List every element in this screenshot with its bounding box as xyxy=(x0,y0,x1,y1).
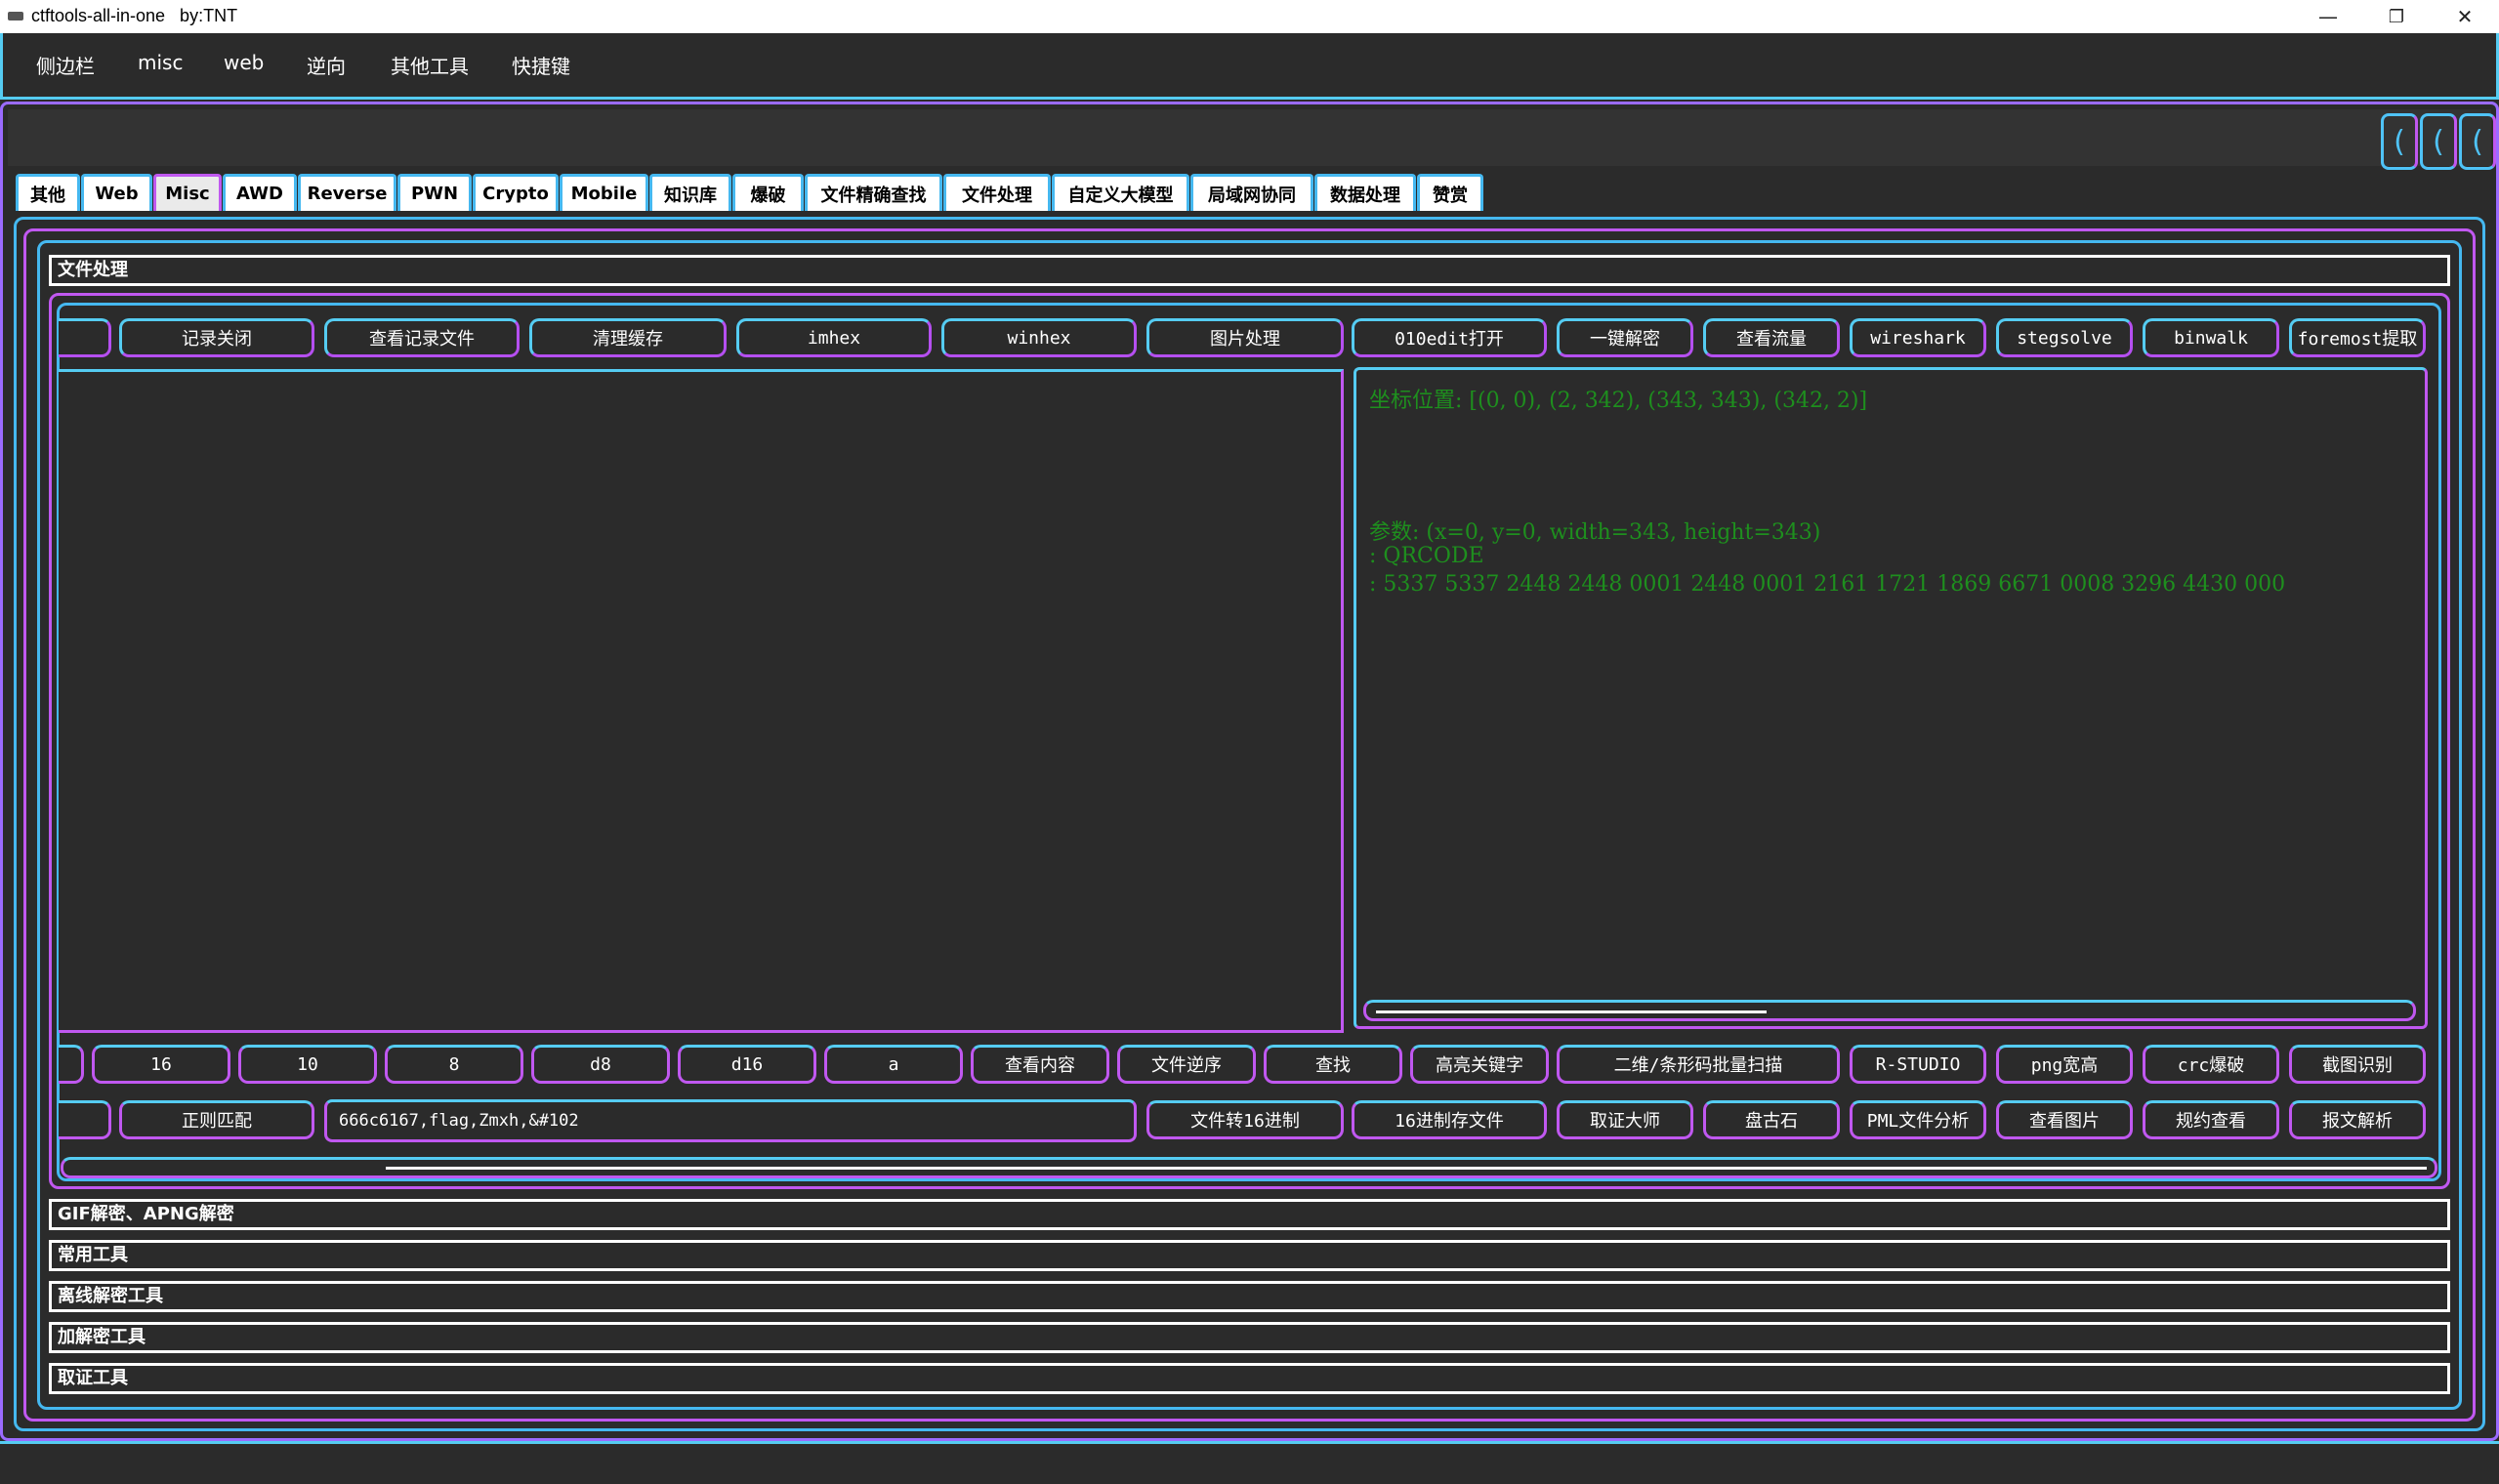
find-button[interactable]: 查找 xyxy=(1264,1045,1402,1084)
output-text-area[interactable] xyxy=(1354,367,2428,1029)
base-10-button[interactable]: 10 xyxy=(238,1045,377,1084)
highlight-keyword-button[interactable]: 高亮关键字 xyxy=(1410,1045,1549,1084)
close-button[interactable]: ✕ xyxy=(2431,0,2499,33)
maximize-button[interactable]: ❐ xyxy=(2362,0,2431,33)
view-traffic-button[interactable]: 查看流量 xyxy=(1703,318,1840,357)
side-toggle-1[interactable]: ( xyxy=(2381,113,2418,170)
binwalk-button[interactable]: binwalk xyxy=(2143,318,2279,357)
a-button[interactable]: a xyxy=(824,1045,963,1084)
winhex-button[interactable]: winhex xyxy=(941,318,1137,357)
tab-other[interactable]: 其他 xyxy=(16,174,80,211)
minimize-button[interactable]: — xyxy=(2294,0,2362,33)
tab-custom-llm[interactable]: 自定义大模型 xyxy=(1052,174,1189,211)
png-dimensions-button[interactable]: png宽高 xyxy=(1996,1045,2133,1084)
section-file-processing[interactable]: 文件处理 xyxy=(49,255,2450,286)
truncated-button[interactable] xyxy=(59,318,111,357)
batch-barcode-scan-button[interactable]: 二维/条形码批量扫描 xyxy=(1557,1045,1840,1084)
title-bar: ctftools-all-in-one by:TNT — ❐ ✕ xyxy=(0,0,2499,33)
r-studio-button[interactable]: R-STUDIO xyxy=(1850,1045,1986,1084)
tab-mobile[interactable]: Mobile xyxy=(560,174,648,211)
output-coordinates: 坐标位置: [(0, 0), (2, 342), (343, 343), (34… xyxy=(1369,389,1868,413)
menu-misc[interactable]: misc xyxy=(138,51,183,74)
pml-analysis-button[interactable]: PML文件分析 xyxy=(1850,1100,1986,1139)
toolbar-scroll-thumb[interactable] xyxy=(386,1167,2427,1170)
section-crypto-tools[interactable]: 加解密工具 xyxy=(49,1322,2450,1353)
menu-bar: 侧边栏 misc web 逆向 其他工具 快捷键 xyxy=(0,33,2499,100)
top-strip xyxy=(8,109,2491,166)
menu-shortcuts[interactable]: 快捷键 xyxy=(512,51,570,79)
app-icon xyxy=(8,12,23,21)
side-toggle-2[interactable]: ( xyxy=(2420,113,2457,170)
wireshark-button[interactable]: wireshark xyxy=(1850,318,1986,357)
view-record-file-button[interactable]: 查看记录文件 xyxy=(324,318,520,357)
hex-to-file-button[interactable]: 16进制存文件 xyxy=(1352,1100,1547,1139)
screenshot-recognition-button[interactable]: 截图识别 xyxy=(2289,1045,2426,1084)
tab-file-processing[interactable]: 文件处理 xyxy=(943,174,1051,211)
tab-misc[interactable]: Misc xyxy=(153,174,222,211)
section-offline-tools[interactable]: 离线解密工具 xyxy=(49,1281,2450,1312)
output-scroll-thumb[interactable] xyxy=(1376,1010,1767,1013)
tab-lan-collab[interactable]: 局域网协同 xyxy=(1190,174,1313,211)
stegsolve-button[interactable]: stegsolve xyxy=(1996,318,2133,357)
status-bar xyxy=(0,1441,2499,1484)
tab-knowledge[interactable]: 知识库 xyxy=(649,174,731,211)
crc-bruteforce-button[interactable]: crc爆破 xyxy=(2143,1045,2279,1084)
regex-match-button[interactable]: 正则匹配 xyxy=(119,1100,314,1139)
tab-reverse[interactable]: Reverse xyxy=(298,174,396,211)
open-010editor-button[interactable]: 010edit打开 xyxy=(1352,318,1547,357)
image-processing-button[interactable]: 图片处理 xyxy=(1146,318,1344,357)
toolbar-horizontal-scrollbar[interactable] xyxy=(61,1157,2437,1178)
one-click-decrypt-button[interactable]: 一键解密 xyxy=(1557,318,1693,357)
view-image-button[interactable]: 查看图片 xyxy=(1996,1100,2133,1139)
truncated-button-row2[interactable] xyxy=(59,1045,84,1084)
base-8-button[interactable]: 8 xyxy=(385,1045,523,1084)
section-gif-apng[interactable]: GIF解密、APNG解密 xyxy=(49,1199,2450,1230)
output-horizontal-scrollbar[interactable] xyxy=(1363,1000,2416,1021)
pangushi-button[interactable]: 盘古石 xyxy=(1703,1100,1840,1139)
menu-sidebar[interactable]: 侧边栏 xyxy=(36,51,95,79)
section-common-tools[interactable]: 常用工具 xyxy=(49,1240,2450,1271)
menu-reverse[interactable]: 逆向 xyxy=(307,51,346,79)
menu-other-tools[interactable]: 其他工具 xyxy=(391,51,469,79)
tab-web[interactable]: Web xyxy=(81,174,152,211)
tab-data-processing[interactable]: 数据处理 xyxy=(1314,174,1416,211)
view-content-button[interactable]: 查看内容 xyxy=(971,1045,1109,1084)
output-code-type: : QRCODE xyxy=(1369,544,1484,568)
tab-appreciate[interactable]: 赞赏 xyxy=(1417,174,1483,211)
tab-bruteforce[interactable]: 爆破 xyxy=(732,174,804,211)
truncated-button-row3[interactable] xyxy=(59,1100,111,1139)
side-toggle-3[interactable]: ( xyxy=(2459,113,2496,170)
protocol-view-button[interactable]: 规约查看 xyxy=(2143,1100,2279,1139)
regex-input[interactable]: 666c6167,flag,Zmxh,&#102 xyxy=(324,1099,1137,1142)
d8-button[interactable]: d8 xyxy=(531,1045,670,1084)
output-parameters: 参数: (x=0, y=0, width=343, height=343) xyxy=(1369,520,1821,545)
menu-web[interactable]: web xyxy=(224,51,264,74)
packet-parse-button[interactable]: 报文解析 xyxy=(2289,1100,2426,1139)
reverse-file-button[interactable]: 文件逆序 xyxy=(1117,1045,1256,1084)
tab-awd[interactable]: AWD xyxy=(223,174,297,211)
window-title: ctftools-all-in-one by:TNT xyxy=(31,6,238,25)
d16-button[interactable]: d16 xyxy=(678,1045,816,1084)
record-close-button[interactable]: 记录关闭 xyxy=(119,318,314,357)
clear-cache-button[interactable]: 清理缓存 xyxy=(529,318,727,357)
forensics-master-button[interactable]: 取证大师 xyxy=(1557,1100,1693,1139)
section-forensics-tools[interactable]: 取证工具 xyxy=(49,1363,2450,1394)
tab-file-search[interactable]: 文件精确查找 xyxy=(805,174,942,211)
input-text-area[interactable] xyxy=(59,369,1344,1033)
foremost-extract-button[interactable]: foremost提取 xyxy=(2289,318,2426,357)
imhex-button[interactable]: imhex xyxy=(736,318,932,357)
tab-crypto[interactable]: Crypto xyxy=(473,174,559,211)
base-16-button[interactable]: 16 xyxy=(92,1045,230,1084)
tab-pwn[interactable]: PWN xyxy=(397,174,472,211)
output-code-data: : 5337 5337 2448 2448 0001 2448 0001 216… xyxy=(1369,572,2286,597)
file-to-hex-button[interactable]: 文件转16进制 xyxy=(1146,1100,1344,1139)
